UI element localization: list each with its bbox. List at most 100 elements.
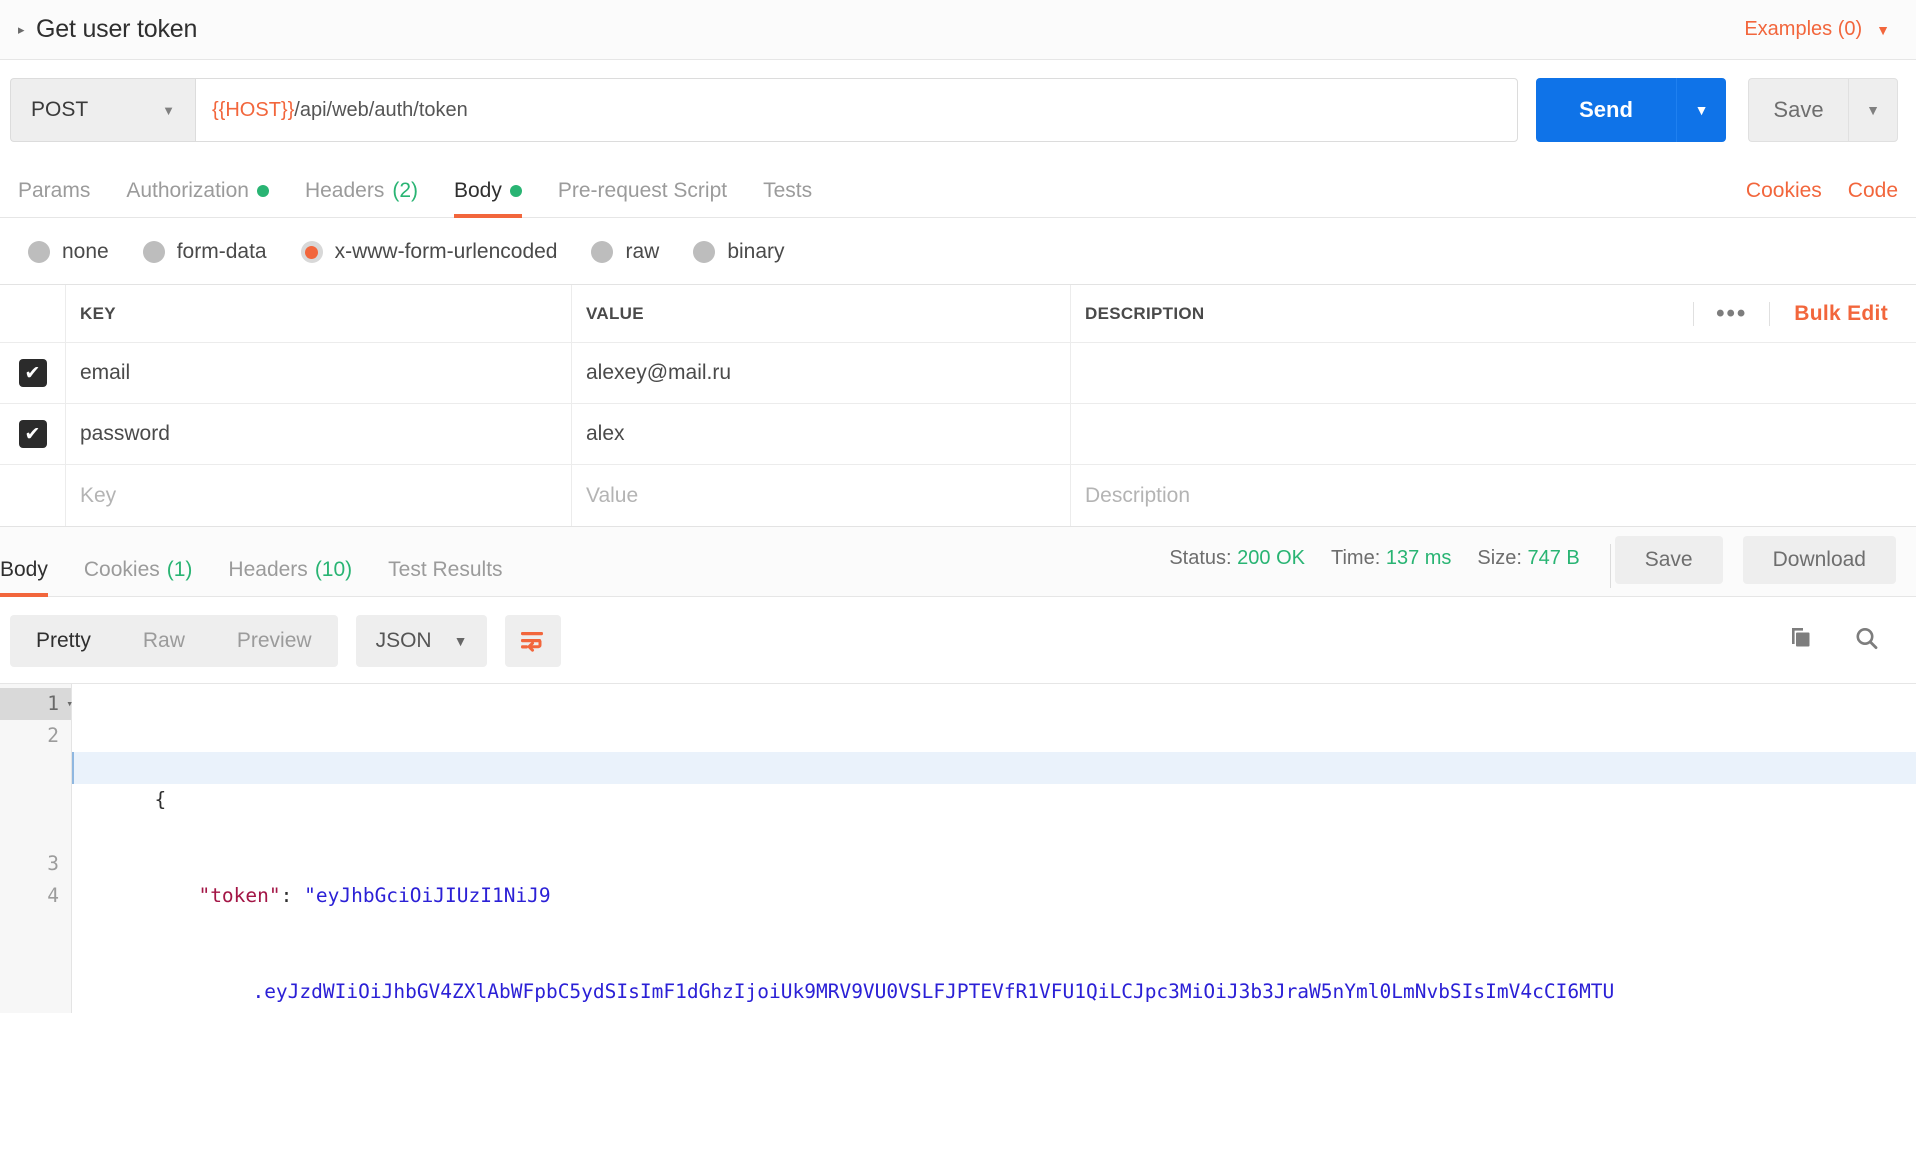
tab-params[interactable]: Params (18, 179, 108, 217)
radio-icon (28, 241, 50, 263)
tab-body[interactable]: Body (436, 179, 540, 218)
code-line-1: { (72, 752, 1916, 811)
row-checkbox-cell: ✔ (0, 404, 66, 464)
word-wrap-icon[interactable] (505, 615, 562, 667)
row-key-input[interactable]: password (66, 404, 572, 464)
response-actions: Save Download (1614, 536, 1916, 596)
size-label: Size: (1477, 546, 1522, 569)
new-row-checkbox-cell (0, 465, 66, 526)
line-number-gutter: 1 ▾ 2 3 4 (0, 684, 73, 1013)
radio-label: binary (727, 240, 785, 263)
json-open-brace: { (154, 788, 167, 811)
url-variable: {{HOST}} (212, 98, 295, 121)
response-view-mode-group: Pretty Raw Preview (10, 615, 338, 667)
url-input[interactable]: {{HOST}}/api/web/auth/token (195, 78, 1518, 142)
send-options-caret-icon[interactable]: ▼ (1676, 78, 1726, 142)
row-key-input[interactable]: email (66, 343, 572, 403)
body-type-raw[interactable]: raw (591, 240, 659, 264)
tab-label: Headers (228, 558, 308, 581)
body-type-binary[interactable]: binary (693, 240, 785, 264)
search-icon[interactable] (1852, 624, 1882, 659)
tab-label: Headers (304, 179, 385, 202)
new-row-value-input[interactable]: Value (572, 465, 1071, 526)
request-header-actions: Examples (0) ▼ (1744, 18, 1898, 41)
url-bar: POST ▼ {{HOST}}/api/web/auth/token Send … (0, 60, 1916, 158)
response-tab-test-results[interactable]: Test Results (370, 558, 520, 596)
time-meta: Time: 137 ms (1331, 547, 1451, 570)
response-language-select[interactable]: JSON ▼ (355, 615, 488, 667)
chevron-down-icon[interactable]: ▼ (1876, 22, 1890, 38)
row-checkbox[interactable]: ✔ (18, 359, 47, 387)
view-mode-preview[interactable]: Preview (211, 615, 338, 667)
response-format-toolbar: Pretty Raw Preview JSON ▼ (0, 597, 1916, 683)
more-options-icon[interactable]: ••• (1693, 301, 1771, 326)
triangle-right-icon[interactable]: ▸ (18, 23, 32, 36)
http-method-select[interactable]: POST ▼ (10, 78, 195, 142)
row-description-input[interactable] (1071, 404, 1916, 464)
tab-label: Authorization (126, 179, 249, 202)
json-key-token: "token" (198, 884, 281, 907)
view-mode-pretty[interactable]: Pretty (10, 615, 117, 667)
new-row-key-input[interactable]: Key (66, 465, 572, 526)
column-header-description: DESCRIPTION ••• Bulk Edit (1071, 285, 1916, 342)
cookies-link[interactable]: Cookies (1746, 179, 1822, 203)
body-type-form-data[interactable]: form-data (142, 240, 267, 264)
column-header-description-label: DESCRIPTION (1085, 303, 1205, 323)
radio-label: x-www-form-urlencoded (334, 240, 558, 263)
table-new-row: Key Value Description (0, 465, 1916, 526)
examples-link[interactable]: Examples (0) (1744, 18, 1862, 41)
page-title: Get user token (36, 15, 198, 43)
save-button[interactable]: Save (1748, 78, 1848, 142)
tab-headers[interactable]: Headers (2) (287, 179, 436, 217)
radio-label: raw (625, 240, 660, 263)
send-button[interactable]: Send (1536, 78, 1676, 142)
tab-pre-request-script[interactable]: Pre-request Script (540, 179, 745, 217)
body-type-none[interactable]: none (28, 240, 109, 264)
status-dot-icon (509, 185, 522, 197)
url-path: /api/web/auth/token (294, 98, 468, 121)
new-row-description-input[interactable]: Description (1071, 465, 1916, 526)
response-body-viewer: 1 ▾ 2 3 4 { "token": "eyJhbGciOiJIUzI1Ni… (0, 683, 1916, 1013)
row-checkbox[interactable]: ✔ (18, 420, 47, 448)
radio-label: none (62, 240, 109, 263)
size-value: 747 B (1527, 546, 1580, 569)
radio-icon (142, 241, 165, 263)
tab-authorization[interactable]: Authorization (108, 179, 287, 217)
chevron-down-icon: ▼ (453, 633, 468, 649)
response-language-label: JSON (375, 629, 432, 652)
tab-label: Pre-request Script (557, 179, 728, 202)
response-tab-cookies[interactable]: Cookies (1) (66, 558, 211, 596)
request-tabs: Params Authorization Headers (2) Body Pr… (0, 158, 1916, 218)
body-params-table: KEY VALUE DESCRIPTION ••• Bulk Edit ✔ em… (0, 284, 1916, 527)
response-download-button[interactable]: Download (1742, 536, 1896, 584)
row-description-input[interactable] (1071, 343, 1916, 403)
response-tab-headers[interactable]: Headers (10) (210, 558, 370, 596)
table-row: ✔ password alex (0, 404, 1916, 465)
view-mode-raw[interactable]: Raw (117, 615, 211, 667)
radio-icon (693, 241, 716, 263)
header-checkbox-cell (0, 285, 66, 342)
response-save-button[interactable]: Save (1614, 536, 1723, 584)
code-link[interactable]: Code (1848, 179, 1898, 203)
copy-icon[interactable] (1786, 624, 1816, 659)
status-badge: 200 OK (1237, 546, 1305, 569)
line-number: 1 ▾ (0, 688, 73, 720)
line-number-value: 1 (47, 692, 59, 715)
tab-tests[interactable]: Tests (745, 179, 830, 217)
line-number: 2 (47, 724, 59, 747)
tab-label: Body (0, 558, 48, 581)
row-value-input[interactable]: alex (572, 404, 1071, 464)
bulk-edit-link[interactable]: Bulk Edit (1770, 302, 1888, 326)
table-header-row: KEY VALUE DESCRIPTION ••• Bulk Edit (0, 285, 1916, 343)
response-tab-body[interactable]: Body (0, 558, 66, 597)
search-glyph (1856, 627, 1878, 649)
tab-label: Params (18, 179, 91, 202)
column-header-value: VALUE (572, 285, 1071, 342)
tab-label: Tests (763, 179, 813, 202)
code-content[interactable]: { "token": "eyJhbGciOiJIUzI1NiJ9 .eyJzdW… (72, 684, 1916, 1013)
save-options-caret-icon[interactable]: ▼ (1848, 78, 1898, 142)
send-button-group: Send ▼ (1536, 78, 1726, 142)
body-type-urlencoded[interactable]: x-www-form-urlencoded (300, 240, 558, 264)
row-value-input[interactable]: alexey@mail.ru (572, 343, 1071, 403)
code-line-2-wrap-a: .eyJzdWIiOiJhbGV4ZXlAbWFpbC5ydSIsImF1dGh… (72, 944, 1916, 1003)
